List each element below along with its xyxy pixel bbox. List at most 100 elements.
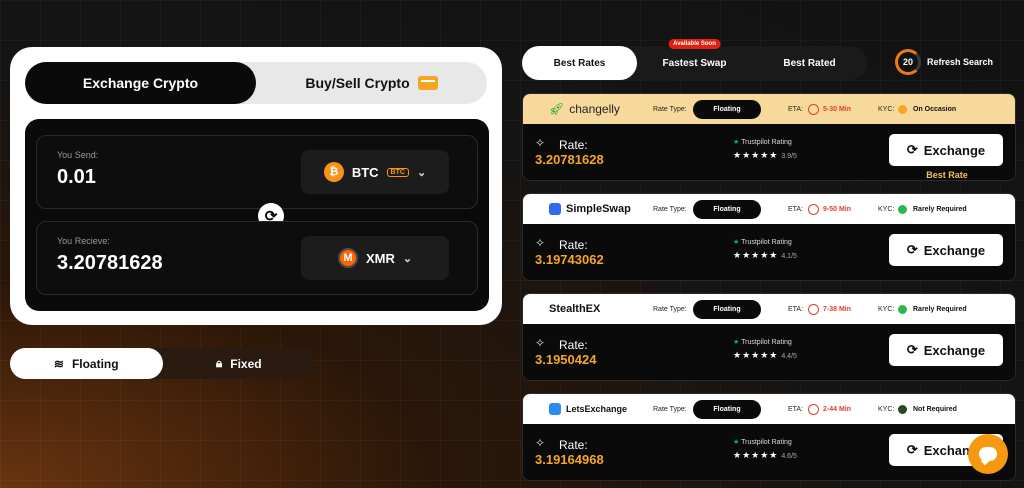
receive-coin-label: XMR xyxy=(365,250,395,266)
tab-label: Exchange Crypto xyxy=(82,75,199,91)
swap-box: You Send: 0.01 ₿ BTC BTC ⌄ ⟳ You Recieve… xyxy=(25,119,489,311)
stars: ★★★★★ xyxy=(733,250,779,260)
offer-card-stealthex: StealthEX Rate Type: Floating ETA: 7-38 … xyxy=(522,293,1016,381)
tab-label: Fastest Swap xyxy=(662,57,727,69)
waves-icon: ≋ xyxy=(53,356,64,371)
send-label: You Send: xyxy=(57,150,99,160)
trustpilot-star-icon: ★ xyxy=(733,139,740,146)
rating-score: 4.1/5 xyxy=(781,253,797,260)
tab-best-rated[interactable]: Best Rated xyxy=(752,46,867,80)
send-coin-select[interactable]: ₿ BTC BTC ⌄ xyxy=(301,150,449,194)
rating-score: 3.9/5 xyxy=(781,153,797,160)
rate-type-label: Rate Type: xyxy=(653,305,687,313)
refresh-search-button[interactable]: 20 Refresh Search xyxy=(895,49,993,75)
provider-changelly: 🚀︎ changelly xyxy=(549,102,620,116)
offer-card-simpleswap: SimpleSwap Rate Type: Floating ETA: 9-50… xyxy=(522,193,1016,281)
clock-icon xyxy=(808,403,819,415)
tab-buy-sell-crypto[interactable]: Buy/Sell Crypto xyxy=(256,62,487,104)
rate-value: 3.1950424 xyxy=(535,352,597,367)
kyc-value: On Occasion xyxy=(913,105,957,113)
rate-label: Rate: xyxy=(559,138,588,152)
kyc-label: KYC: xyxy=(878,305,895,313)
letsexchange-logo-icon xyxy=(549,403,561,415)
simpleswap-logo-icon xyxy=(549,203,561,215)
receive-label: You Recieve: xyxy=(57,236,110,246)
send-coin-label: BTC xyxy=(351,164,379,180)
eta-label: ETA: xyxy=(788,205,804,213)
mode-tabs: Exchange Crypto Buy/Sell Crypto xyxy=(25,62,487,104)
receive-coin-select[interactable]: M XMR ⌄ xyxy=(301,236,449,280)
offer-card-changelly: 🚀︎ changelly Rate Type: Floating ETA: 5-… xyxy=(522,93,1016,181)
network-badge: BTC xyxy=(386,167,409,177)
rate-icon: ✧ xyxy=(535,236,546,250)
offer-header: LetsExchange Rate Type: Floating ETA: 2-… xyxy=(523,394,1015,424)
tab-label: Best Rates xyxy=(553,57,606,69)
offer-body: ✧ Rate: 3.1950424 ★ Trustpilot Rating ★★… xyxy=(523,324,1015,380)
rate-mode-toggle: ≋ Floating 🔒︎ Fixed xyxy=(10,348,315,379)
trustpilot-star-icon: ★ xyxy=(733,439,740,446)
best-rate-label: Best Rate xyxy=(893,170,1001,180)
exchange-button[interactable]: ⟳ Exchange xyxy=(889,334,1003,366)
offer-header: SimpleSwap Rate Type: Floating ETA: 9-50… xyxy=(523,194,1015,224)
refresh-arrows-icon: ⟳ xyxy=(906,142,918,157)
rating-stars: ★★★★★ 4.4/5 xyxy=(733,350,797,361)
eta-label: ETA: xyxy=(788,305,804,313)
receive-field: You Recieve: 3.20781628 M XMR ⌄ xyxy=(36,221,478,295)
rate-value: 3.19743062 xyxy=(535,252,604,267)
trustpilot-star-icon: ★ xyxy=(733,339,740,346)
kyc-value: Not Required xyxy=(913,405,957,413)
tab-exchange-crypto[interactable]: Exchange Crypto xyxy=(25,62,256,104)
rate-icon: ✧ xyxy=(535,136,546,150)
lock-icon: 🔒︎ xyxy=(215,356,223,370)
sort-tabs: Best Rates Available Soon Fastest Swap B… xyxy=(522,39,867,80)
offer-body: ✧ Rate: 3.19164968 ★ Trustpilot Rating ★… xyxy=(523,424,1015,480)
rate-value: 3.19164968 xyxy=(535,452,604,467)
rate-type-label: Rate Type: xyxy=(653,405,687,413)
provider-name: SimpleSwap xyxy=(566,203,631,215)
kyc-label: KYC: xyxy=(878,105,895,113)
kyc-label: KYC: xyxy=(878,405,895,413)
trustpilot-rating: ★ Trustpilot Rating xyxy=(733,238,792,246)
rate-type-label: Rate Type: xyxy=(653,105,687,113)
trustpilot-label: Trustpilot Rating xyxy=(741,339,792,346)
trustpilot-label: Trustpilot Rating xyxy=(741,439,792,446)
chevron-down-icon: ⌄ xyxy=(416,166,427,179)
eta-value: 2-44 Min xyxy=(823,405,852,413)
fixed-option[interactable]: 🔒︎ Fixed xyxy=(163,348,316,379)
refresh-arrows-icon: ⟳ xyxy=(906,342,918,357)
offer-header: StealthEX Rate Type: Floating ETA: 7-38 … xyxy=(523,294,1015,324)
trustpilot-rating: ★ Trustpilot Rating xyxy=(733,138,792,146)
floating-option[interactable]: ≋ Floating xyxy=(10,348,163,379)
bitcoin-icon: ₿ xyxy=(323,162,344,182)
exchange-label: Exchange xyxy=(923,242,986,258)
refresh-arrows-icon: ⟳ xyxy=(906,442,918,457)
monero-icon: M xyxy=(337,248,358,268)
floating-label: Floating xyxy=(71,356,119,371)
tab-fastest-swap[interactable]: Available Soon Fastest Swap xyxy=(637,39,752,80)
provider-stealthex: StealthEX xyxy=(549,303,600,315)
rate-label: Rate: xyxy=(559,338,588,352)
offer-card-letsexchange: LetsExchange Rate Type: Floating ETA: 2-… xyxy=(522,393,1016,481)
trustpilot-label: Trustpilot Rating xyxy=(741,239,792,246)
exchange-label: Exchange xyxy=(923,142,986,158)
provider-simpleswap: SimpleSwap xyxy=(549,203,631,215)
send-amount-input[interactable]: 0.01 xyxy=(57,166,96,189)
available-soon-badge: Available Soon xyxy=(668,39,721,49)
tab-best-rates[interactable]: Best Rates xyxy=(522,46,637,80)
rate-label: Rate: xyxy=(559,238,588,252)
provider-name: StealthEX xyxy=(549,303,601,315)
exchange-button[interactable]: ⟳ Exchange xyxy=(889,134,1003,166)
clock-icon xyxy=(808,203,819,215)
eta-label: ETA: xyxy=(788,405,804,413)
refresh-arrows-icon: ⟳ xyxy=(906,242,918,257)
tab-label: Best Rated xyxy=(783,57,836,69)
exchange-button[interactable]: ⟳ Exchange xyxy=(889,234,1003,266)
rate-type-label: Rate Type: xyxy=(653,205,687,213)
kyc-status-dot xyxy=(898,104,907,114)
eta-value: 9-50 Min xyxy=(823,205,852,213)
clock-icon xyxy=(808,103,819,115)
rate-label: Rate: xyxy=(559,438,588,452)
chat-widget-button[interactable] xyxy=(968,434,1008,474)
rate-icon: ✧ xyxy=(535,436,546,450)
credit-card-icon xyxy=(417,76,438,90)
